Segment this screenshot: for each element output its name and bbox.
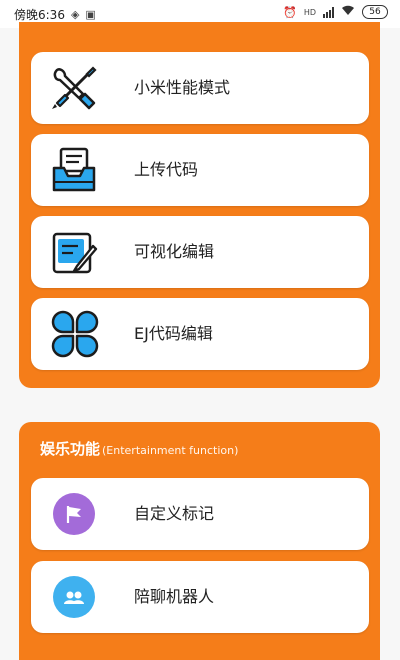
menu-item-label: 上传代码 bbox=[134, 160, 199, 179]
menu-item-label: 陪聊机器人 bbox=[134, 587, 215, 606]
alarm-icon: ⏰ bbox=[283, 5, 297, 19]
menu-item-performance-mode[interactable]: 小米性能模式 bbox=[31, 52, 369, 124]
notification-icon: ◈ bbox=[70, 8, 80, 21]
entertainment-section-title: 娱乐功能 (Entertainment function) bbox=[40, 438, 238, 459]
status-time: 傍晚6:36 bbox=[14, 8, 65, 22]
flag-icon bbox=[53, 493, 95, 535]
four-petal-icon bbox=[51, 310, 99, 358]
menu-item-upload-code[interactable]: 上传代码 bbox=[31, 134, 369, 206]
robot-icon bbox=[53, 576, 95, 618]
network-label: HD bbox=[303, 7, 316, 17]
tools-icon bbox=[52, 66, 97, 110]
menu-item-label: 自定义标记 bbox=[134, 504, 215, 523]
menu-item-label: 小米性能模式 bbox=[134, 78, 231, 97]
menu-item-label: 可视化编辑 bbox=[134, 242, 215, 261]
edit-document-icon bbox=[52, 232, 98, 274]
battery-indicator: 56 bbox=[362, 5, 388, 19]
menu-item-visual-edit[interactable]: 可视化编辑 bbox=[31, 216, 369, 288]
section-title-subtitle: (Entertainment function) bbox=[102, 444, 239, 457]
menu-item-ej-code-edit[interactable]: EJ代码编辑 bbox=[31, 298, 369, 370]
signal-icon bbox=[323, 6, 334, 18]
menu-item-label: EJ代码编辑 bbox=[134, 324, 213, 343]
app-notification-icon: ▣ bbox=[85, 8, 96, 21]
section-title-main: 娱乐功能 bbox=[40, 440, 101, 458]
upload-tray-icon bbox=[52, 147, 96, 192]
menu-item-custom-marker[interactable]: 自定义标记 bbox=[31, 478, 369, 550]
wifi-icon bbox=[341, 5, 355, 19]
menu-item-chat-robot[interactable]: 陪聊机器人 bbox=[31, 561, 369, 633]
